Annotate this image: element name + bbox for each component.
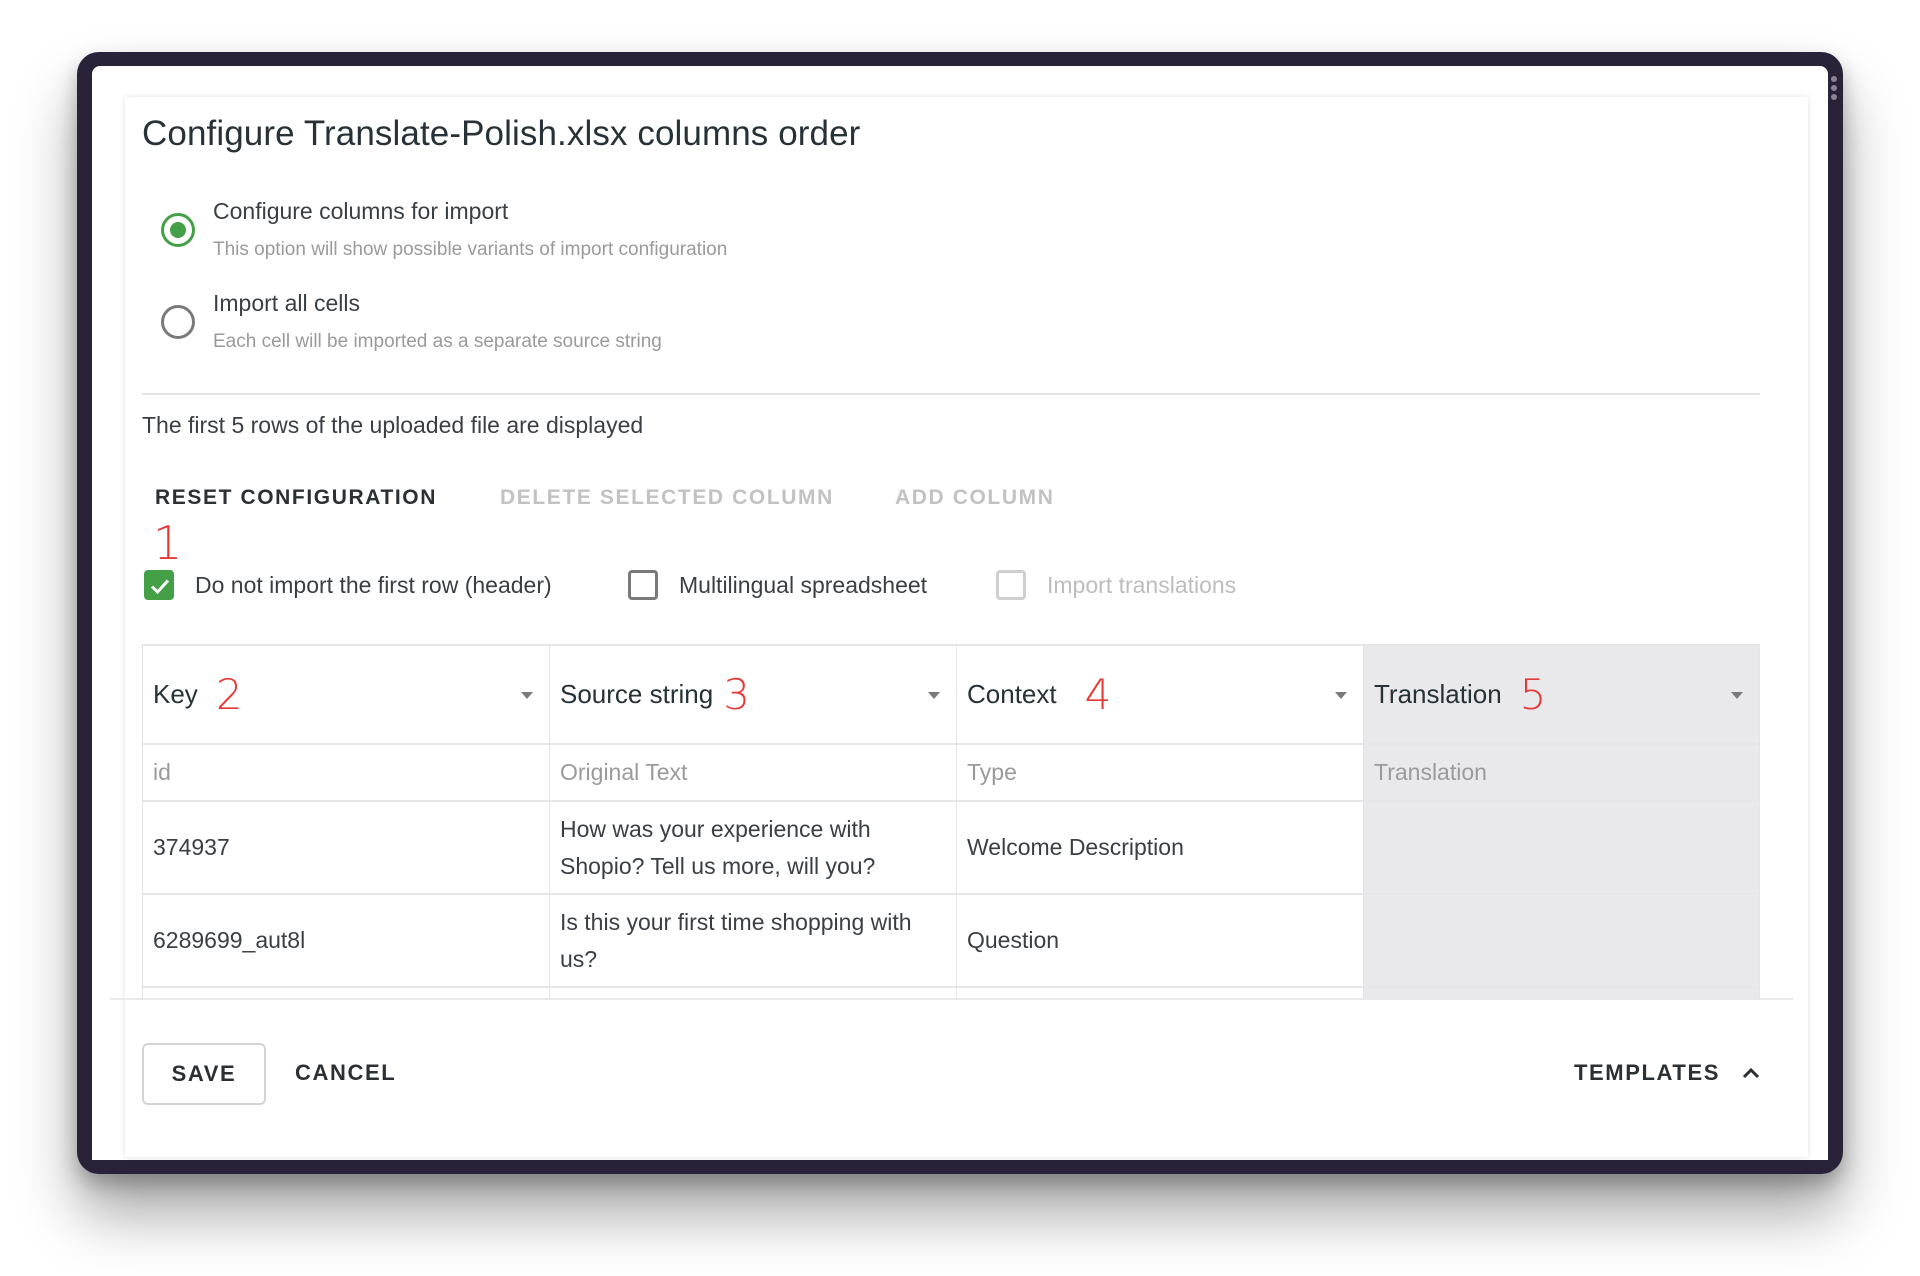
column-header[interactable]: Key 2: [143, 646, 549, 745]
save-button[interactable]: SAVE: [142, 1043, 266, 1105]
annotation-5: 5: [1519, 669, 1547, 719]
header-value-cell: Original Text: [550, 745, 956, 802]
columns-preview-table: Key 2 id 374937 6289699_aut8l Source str…: [142, 644, 1760, 999]
dropdown-caret-icon[interactable]: [1335, 692, 1347, 699]
table-cell: Welcome Description: [957, 802, 1363, 895]
radio-import-all-cells-description: Each cell will be imported as a separate…: [213, 331, 662, 352]
reset-configuration-button[interactable]: RESET CONFIGURATION: [155, 486, 437, 510]
add-column-button[interactable]: ADD COLUMN: [895, 486, 1054, 510]
preview-info-text: The first 5 rows of the uploaded file ar…: [142, 412, 644, 438]
annotation-4: 4: [1084, 669, 1112, 719]
radio-import-all-cells[interactable]: [161, 305, 195, 339]
header-value-cell: Translation: [1364, 745, 1759, 802]
footer-divider: [110, 998, 1793, 1000]
column-header[interactable]: Translation 5: [1364, 646, 1759, 745]
more-options-icon[interactable]: [1831, 76, 1839, 100]
table-cell: 374937: [143, 802, 549, 895]
dropdown-caret-icon[interactable]: [928, 692, 940, 699]
column-type-label: Context: [967, 679, 1057, 709]
dropdown-caret-icon[interactable]: [1731, 692, 1743, 699]
column-context[interactable]: Context 4 Type Welcome Description Quest…: [956, 646, 1363, 999]
column-key[interactable]: Key 2 id 374937 6289699_aut8l: [142, 646, 549, 999]
radio-configure-columns-label[interactable]: Configure columns for import: [213, 198, 508, 225]
annotation-1: 1: [153, 516, 183, 570]
header-value-cell: Type: [957, 745, 1363, 802]
checkmark-icon: [150, 579, 170, 595]
radio-import-all-cells-label[interactable]: Import all cells: [213, 290, 360, 317]
table-cell: Is this your first time shopping with us…: [550, 895, 956, 988]
dialog-title: Configure Translate-Polish.xlsx columns …: [142, 114, 861, 153]
radio-configure-columns-description: This option will show possible variants …: [213, 239, 728, 260]
table-cell: Question: [957, 895, 1363, 988]
radio-configure-columns[interactable]: [161, 213, 195, 247]
checkbox-multilingual-label[interactable]: Multilingual spreadsheet: [679, 572, 927, 599]
checkbox-skip-header-label[interactable]: Do not import the first row (header): [195, 572, 552, 599]
checkbox-multilingual[interactable]: [628, 570, 658, 600]
dropdown-caret-icon[interactable]: [521, 692, 533, 699]
checkbox-import-translations-label[interactable]: Import translations: [1047, 572, 1236, 599]
table-cell: 6289699_aut8l: [143, 895, 549, 988]
templates-label: TEMPLATES: [1574, 1060, 1720, 1085]
section-divider: [142, 393, 1760, 395]
column-type-label: Translation: [1374, 679, 1502, 709]
delete-selected-column-button[interactable]: DELETE SELECTED COLUMN: [500, 486, 834, 510]
column-header[interactable]: Context 4: [957, 646, 1363, 745]
annotation-3: 3: [723, 669, 750, 719]
column-translation[interactable]: Translation 5 Translation: [1363, 646, 1760, 999]
column-source-string[interactable]: Source string 3 Original Text How was yo…: [549, 646, 956, 999]
column-type-label: Source string: [560, 679, 714, 709]
cancel-button[interactable]: CANCEL: [295, 1060, 396, 1086]
annotation-2: 2: [215, 669, 243, 719]
table-cell: [1364, 895, 1759, 988]
table-cell: [1364, 802, 1759, 895]
table-cell: How was your experience with Shopio? Tel…: [550, 802, 956, 895]
checkbox-import-translations[interactable]: [996, 570, 1026, 600]
header-value-cell: id: [143, 745, 549, 802]
column-type-label: Key: [153, 679, 198, 709]
checkbox-skip-header[interactable]: [144, 570, 174, 600]
column-header[interactable]: Source string 3: [550, 646, 956, 745]
templates-button[interactable]: TEMPLATES: [1574, 1060, 1760, 1086]
chevron-up-icon: [1742, 1067, 1760, 1079]
